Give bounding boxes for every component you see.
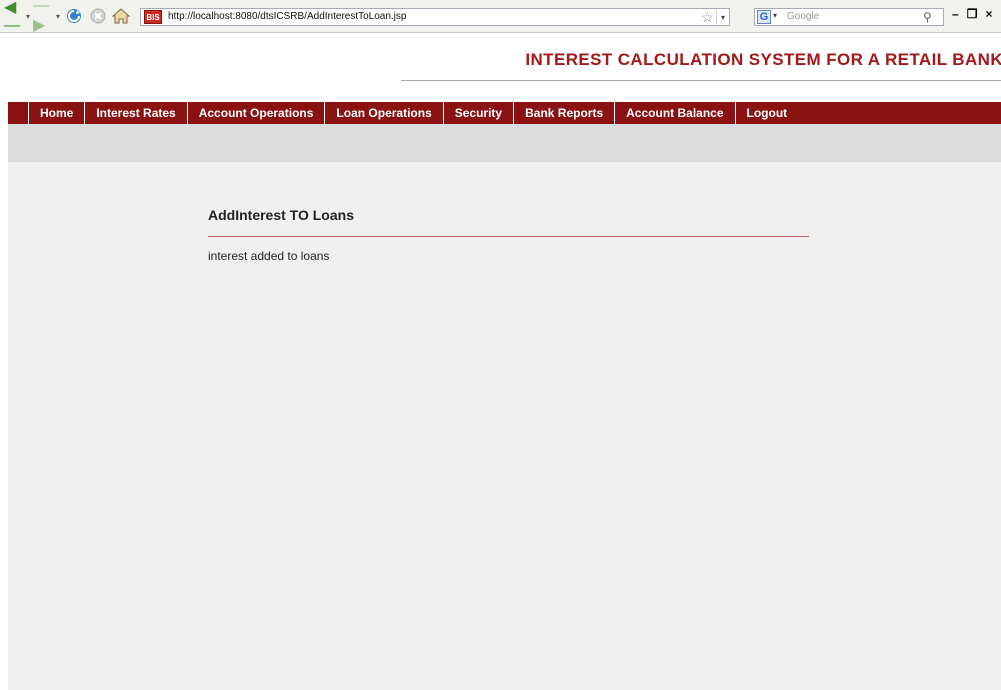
nav-item-bank-reports[interactable]: Bank Reports bbox=[513, 102, 614, 124]
content-divider bbox=[208, 236, 809, 237]
home-icon[interactable] bbox=[112, 8, 130, 24]
forward-history-dropdown-icon[interactable]: ▾ bbox=[54, 8, 62, 24]
nav-list: Home Interest Rates Account Operations L… bbox=[8, 102, 1001, 124]
nav-item-logout[interactable]: Logout bbox=[734, 102, 799, 124]
restore-icon[interactable]: ❐ bbox=[967, 7, 978, 27]
search-bar[interactable]: G ▾ Google ⚲ bbox=[754, 8, 944, 26]
forward-arrow-icon[interactable]: —▶ bbox=[33, 0, 51, 34]
nav-item-account-operations[interactable]: Account Operations bbox=[186, 102, 325, 124]
bookmark-star-icon[interactable]: ☆ bbox=[701, 9, 714, 26]
back-arrow-icon[interactable]: ◀— bbox=[4, 0, 22, 34]
browser-toolbar: ◀— ▾ —▶ ▾ BIS http://localhost:8080/dtsI… bbox=[0, 0, 1001, 34]
back-history-dropdown-icon[interactable]: ▾ bbox=[24, 8, 32, 24]
search-engine-dropdown-icon[interactable]: ▾ bbox=[773, 11, 777, 20]
web-page: INTEREST CALCULATION SYSTEM FOR A RETAIL… bbox=[0, 33, 1001, 690]
url-history-dropdown-icon[interactable]: ▾ bbox=[716, 10, 729, 24]
close-icon[interactable]: × bbox=[985, 7, 992, 27]
nav-item-security[interactable]: Security bbox=[442, 102, 513, 124]
address-bar[interactable]: BIS http://localhost:8080/dtsICSRB/AddIn… bbox=[140, 8, 730, 26]
search-engine-icon[interactable]: G bbox=[757, 10, 771, 24]
sub-nav-bar bbox=[8, 124, 1001, 162]
content-area: AddInterest TO Loans interest added to l… bbox=[8, 162, 1001, 690]
title-divider bbox=[401, 80, 1001, 81]
nav-item-home[interactable]: Home bbox=[28, 102, 84, 124]
magnifier-icon[interactable]: ⚲ bbox=[923, 10, 932, 24]
main-nav: Home Interest Rates Account Operations L… bbox=[8, 102, 1001, 124]
window-controls: – ❐ × bbox=[952, 7, 1001, 27]
stop-icon[interactable] bbox=[90, 8, 106, 24]
search-input[interactable]: Google bbox=[787, 11, 819, 22]
app-title: INTEREST CALCULATION SYSTEM FOR A RETAIL… bbox=[525, 50, 1001, 69]
nav-item-loan-operations[interactable]: Loan Operations bbox=[324, 102, 442, 124]
page-title: AddInterest TO Loans bbox=[208, 207, 354, 223]
nav-item-interest-rates[interactable]: Interest Rates bbox=[84, 102, 186, 124]
site-favicon-icon: BIS bbox=[144, 10, 162, 24]
url-text[interactable]: http://localhost:8080/dtsICSRB/AddIntere… bbox=[168, 11, 406, 22]
reload-icon[interactable] bbox=[66, 8, 82, 24]
status-message: interest added to loans bbox=[208, 249, 330, 263]
nav-item-account-balance[interactable]: Account Balance bbox=[614, 102, 734, 124]
minimize-icon[interactable]: – bbox=[952, 7, 959, 27]
